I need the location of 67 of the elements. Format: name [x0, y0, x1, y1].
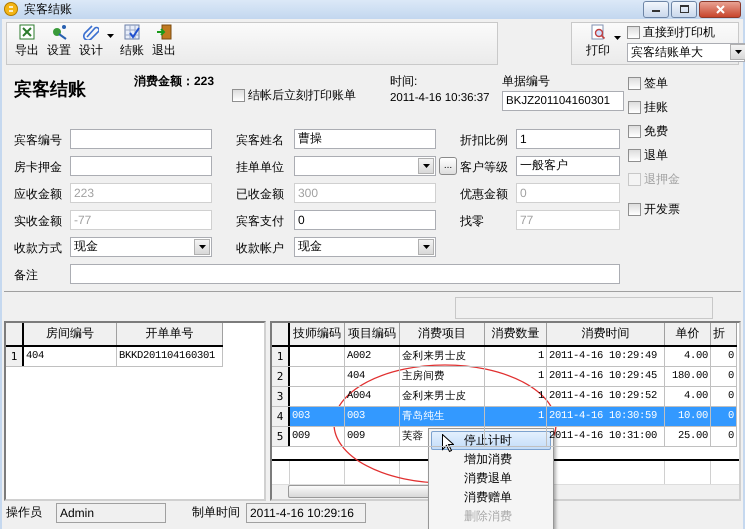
field-label: 操作员 [6, 504, 42, 522]
table-cell: 2011-4-16 10:29:52 [547, 386, 665, 406]
field-label: 备注 [14, 266, 39, 284]
checkbox-label: 直接到打印机 [643, 24, 715, 41]
row-number: 2 [272, 366, 290, 386]
table-cell: 青岛纯生 [400, 406, 485, 426]
field-label: 房卡押金 [14, 158, 63, 176]
checkbox-label: 退单 [644, 146, 668, 164]
table-cell: 2011-4-16 10:30:59 [547, 406, 665, 426]
page-title: 宾客结账 [14, 78, 87, 101]
table-cell: 1 [485, 346, 547, 366]
table-cell: 2011-4-16 10:29:45 [547, 366, 665, 386]
field-label: 制单时间 [192, 504, 240, 522]
field-label: 应收金额 [14, 186, 63, 203]
table-cell: 主房间费 [400, 366, 485, 386]
table-cell: 金利来男士皮 [400, 386, 485, 406]
field-label: 单据编号 [502, 72, 550, 90]
table-cell: 009 [345, 426, 400, 446]
checkbox-label: 开发票 [644, 200, 680, 218]
row-number: 4 [272, 406, 290, 426]
field-label: 折扣比例 [460, 132, 509, 149]
field-label: 已收金额 [236, 186, 285, 203]
table-cell: 404 [24, 346, 117, 366]
table-cell: 10.00 [665, 406, 711, 426]
field-label: 收款方式 [14, 240, 63, 257]
row-number: 5 [272, 426, 290, 446]
total-amount: 消费金额：223 [134, 72, 216, 90]
row-number: 1 [6, 346, 24, 366]
table-cell: 0 [711, 386, 737, 406]
table-cell: 0 [711, 406, 737, 426]
table-cell: 0 [711, 366, 737, 386]
checkbox-label: 退押金 [644, 170, 680, 188]
field-label: 收款帐户 [236, 240, 285, 257]
table-cell: 25.00 [665, 426, 711, 446]
field-label: 找零 [460, 212, 485, 230]
field-label: 实收金额 [14, 212, 63, 230]
checkbox-label: 挂账 [644, 98, 668, 116]
timestamp: 2011-4-16 10:36:37 [390, 92, 490, 104]
checkbox-label: 结帐后立刻打印账单 [248, 86, 356, 104]
table-cell: 0 [711, 346, 737, 366]
field-label: 时间: [390, 72, 418, 90]
table-cell: 1 [485, 406, 547, 426]
row-number: 1 [272, 346, 290, 366]
field-label: 优惠金额 [460, 186, 509, 203]
table-cell: 4.00 [665, 386, 711, 406]
field-label: 宾客编号 [14, 132, 63, 149]
field-label: 挂单单位 [236, 158, 285, 176]
table-cell: 4.00 [665, 346, 711, 366]
field-label: 宾客姓名 [236, 132, 285, 149]
window-title: 宾客结账 [24, 0, 72, 18]
table-cell: A004 [345, 386, 400, 406]
table-cell: 009 [290, 426, 345, 446]
checkbox-label: 签单 [644, 74, 668, 92]
row-number: 3 [272, 386, 290, 406]
table-cell: 003 [290, 406, 345, 426]
field-label: 宾客支付 [236, 212, 285, 230]
field-label: 客户等级 [460, 158, 509, 176]
table-cell: 003 [345, 406, 400, 426]
table-cell: 金利来男士皮 [400, 346, 485, 366]
table-cell: 404 [345, 366, 400, 386]
checkbox-label: 免费 [644, 122, 668, 140]
table-cell: 180.00 [665, 366, 711, 386]
table-cell: BKKD201104160301 [117, 346, 223, 366]
table-cell: A002 [345, 346, 400, 366]
table-cell: 2011-4-16 10:29:49 [547, 346, 665, 366]
table-cell: 0 [711, 426, 737, 446]
table-cell: 1 [485, 366, 547, 386]
